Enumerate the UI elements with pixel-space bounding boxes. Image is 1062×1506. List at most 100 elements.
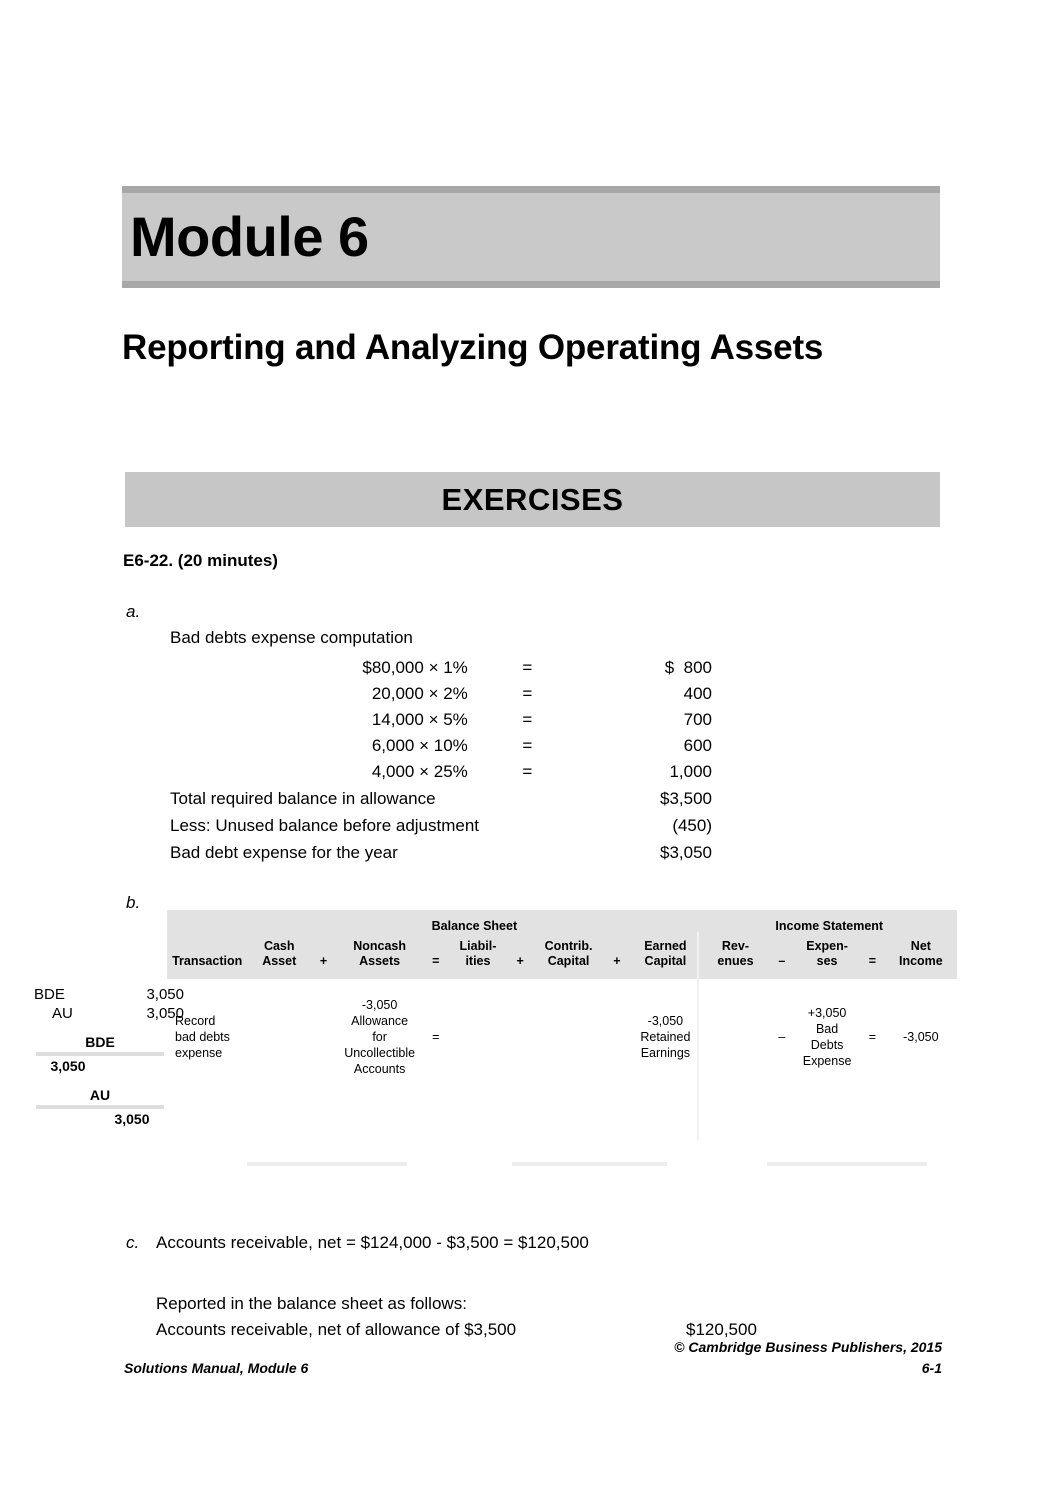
table-row: Record bad debts expense -3,050 Allowance for… [167, 979, 957, 1097]
fse-column-header-transaction: Transaction [167, 937, 248, 979]
footer-page-number: 6-1 [921, 1359, 942, 1376]
computation-summary-label: Bad debt expense for the year [170, 843, 398, 862]
fse-group-header-row: Balance Sheet Income Statement [167, 910, 957, 937]
fse-cell-transaction: Record bad debts expense [175, 1013, 230, 1060]
computation-summary-row: Less: Unused balance before adjustment (4… [170, 812, 712, 839]
module-title: Module 6 [130, 205, 369, 268]
fse-group-spacer [167, 910, 248, 937]
fse-column-header-expen-ses: Expen-ses [794, 937, 861, 979]
t-account-au-body: 3,050 [36, 1109, 164, 1130]
computation-summary-label: Less: Unused balance before adjustment [170, 816, 480, 835]
t-account-au-debit [36, 1109, 100, 1130]
footer-left-text: Solutions Manual, Module 6 [124, 1359, 309, 1376]
computation-row: 20,000 × 2% = 400 [170, 681, 712, 707]
fse-cell-revenues [701, 979, 769, 1097]
computation-expression: 6,000 × 10% [371, 736, 468, 755]
part-c-label: c. [126, 1233, 140, 1252]
fse-grid: Balance Sheet Income Statement Transacti… [167, 910, 957, 1097]
t-account-au-name: AU [89, 1087, 111, 1103]
computation-table: $80,000 × 1% = $ 800 20,000 × 2% = 400 14,000 … [170, 655, 712, 866]
fse-cell-noncash-assets: -3,050 Allowance for Uncollectible Accounts [344, 997, 416, 1076]
fse-column-header-contrib-capital: Contrib. Capital [532, 937, 605, 979]
fse-operator-8: + [604, 937, 630, 979]
t-account-bde: BDE 3,050 [36, 1034, 164, 1077]
computation-row: 6,000 × 10% = 600 [170, 733, 712, 759]
computation-summary-label: Total required balance in allowance [170, 789, 436, 808]
fse-underline-left [247, 1162, 407, 1166]
fse-section-divider [697, 932, 699, 1140]
computation-expression: $80,000 × 1% [362, 658, 468, 677]
fse-group-income-statement: Income Statement [701, 910, 957, 937]
t-account-au-credit: 3,050 [114, 1110, 150, 1127]
part-c-subsection: Reported in the balance sheet as follows… [156, 1291, 926, 1342]
footer-bottom-row: Solutions Manual, Module 6 6-1 [124, 1358, 942, 1379]
computation-summary-amount: $3,500 [660, 789, 712, 808]
t-account-bde-name: BDE [85, 1034, 115, 1050]
journal-entry-debit-row: BDE 3,050 [34, 986, 184, 1005]
computation-equals-sign: = [522, 762, 533, 781]
t-account-bde-credit [100, 1056, 164, 1077]
fse-cell-cash-asset [247, 979, 311, 1097]
fse-underline-right [767, 1162, 927, 1166]
footer-copyright: © Cambridge Business Publishers, 2015 [674, 1339, 942, 1355]
fse-cell-liabilities [448, 979, 508, 1097]
computation-amount: 1,000 [669, 762, 712, 781]
computation-summary-amount: (450) [672, 816, 712, 835]
computation-expression: 4,000 × 25% [371, 762, 468, 781]
computation-amount: 600 [683, 736, 712, 755]
computation-rows: $80,000 × 1% = $ 800 20,000 × 2% = 400 14,000 … [170, 655, 712, 866]
t-account-au: AU 3,050 [36, 1087, 164, 1130]
computation-amount: $ 800 [664, 658, 712, 677]
fse-operator-13: = [860, 937, 885, 979]
t-account-bde-body: 3,050 [36, 1056, 164, 1077]
fse-column-header-cash-asset: Cash Asset [247, 937, 312, 979]
fse-cell-op4 [605, 979, 630, 1097]
fse-operator-11: – [769, 937, 795, 979]
fse-column-header-rev-enues: Rev-enues [701, 937, 770, 979]
computation-expression: 14,000 × 5% [371, 710, 468, 729]
exercise-heading: E6-22. (20 minutes) [123, 551, 278, 570]
computation-row: $80,000 × 1% = $ 800 [170, 655, 712, 681]
page-footer: © Cambridge Business Publishers, 2015 So… [124, 1338, 942, 1379]
fse-column-header-row: Transaction Cash Asset + Noncash Assets = Liabi… [167, 937, 957, 979]
financial-statement-effects-table: Balance Sheet Income Statement Transacti… [167, 910, 957, 1166]
bad-debts-computation: Bad debts expense computation $80,000 × … [170, 628, 730, 866]
fse-cell-op6: = [868, 1029, 877, 1044]
fse-operator-2: + [311, 937, 336, 979]
margin-journal-entry: BDE 3,050 AU 3,050 [34, 986, 184, 1024]
fse-underline-middle [512, 1162, 667, 1166]
computation-summary-row: Total required balance in allowance $3,50… [170, 785, 712, 812]
fse-cell-op1 [311, 979, 336, 1097]
computation-summary-row: Bad debt expense for the year $3,050 [170, 839, 712, 866]
fse-operator-6: + [507, 937, 533, 979]
computation-amount: 400 [683, 684, 712, 703]
computation-equals-sign: = [522, 736, 533, 755]
part-c-computation: Accounts receivable, net = $124,000 - $3… [156, 1233, 589, 1252]
journal-entry-credit-account: AU [52, 1004, 73, 1022]
chapter-title: Reporting and Analyzing Operating Assets [122, 328, 824, 367]
computation-amount: 700 [683, 710, 712, 729]
fse-cell-op5: – [778, 1029, 786, 1044]
journal-entry-credit-row: AU 3,050 [34, 1005, 184, 1024]
fse-cell-op2: = [432, 1029, 440, 1044]
part-c-sub-heading: Reported in the balance sheet as follows… [156, 1294, 467, 1313]
computation-row: 14,000 × 5% = 700 [170, 707, 712, 733]
exercises-banner-label: EXERCISES [441, 481, 624, 517]
fse-column-header-noncash-assets: Noncash Assets [335, 937, 424, 979]
part-c-block: c. Accounts receivable, net = $124,000 -… [126, 1233, 926, 1342]
computation-equals-sign: = [522, 710, 533, 729]
part-c-main-line: c. Accounts receivable, net = $124,000 -… [126, 1233, 926, 1253]
fse-operator-4: = [423, 937, 449, 979]
fse-cell-expenses: +3,050 Bad Debts Expense [802, 1005, 852, 1068]
computation-caption: Bad debts expense computation [170, 628, 413, 647]
fse-cell-op3 [508, 979, 533, 1097]
journal-entry-debit-account: BDE [34, 986, 65, 1003]
fse-cell-earned-capital: -3,050 Retained Earnings [640, 1013, 691, 1060]
fse-column-header-net-income: Net Income [884, 937, 957, 979]
computation-row: 4,000 × 25% = 1,000 [170, 759, 712, 785]
computation-expression: 20,000 × 2% [371, 684, 468, 703]
fse-cell-net-income: -3,050 [903, 1029, 939, 1044]
computation-equals-sign: = [522, 684, 533, 703]
fse-column-header-liabil-ities: Liabil-ities [448, 937, 508, 979]
fse-column-header-earned-capital: Earned Capital [629, 937, 702, 979]
